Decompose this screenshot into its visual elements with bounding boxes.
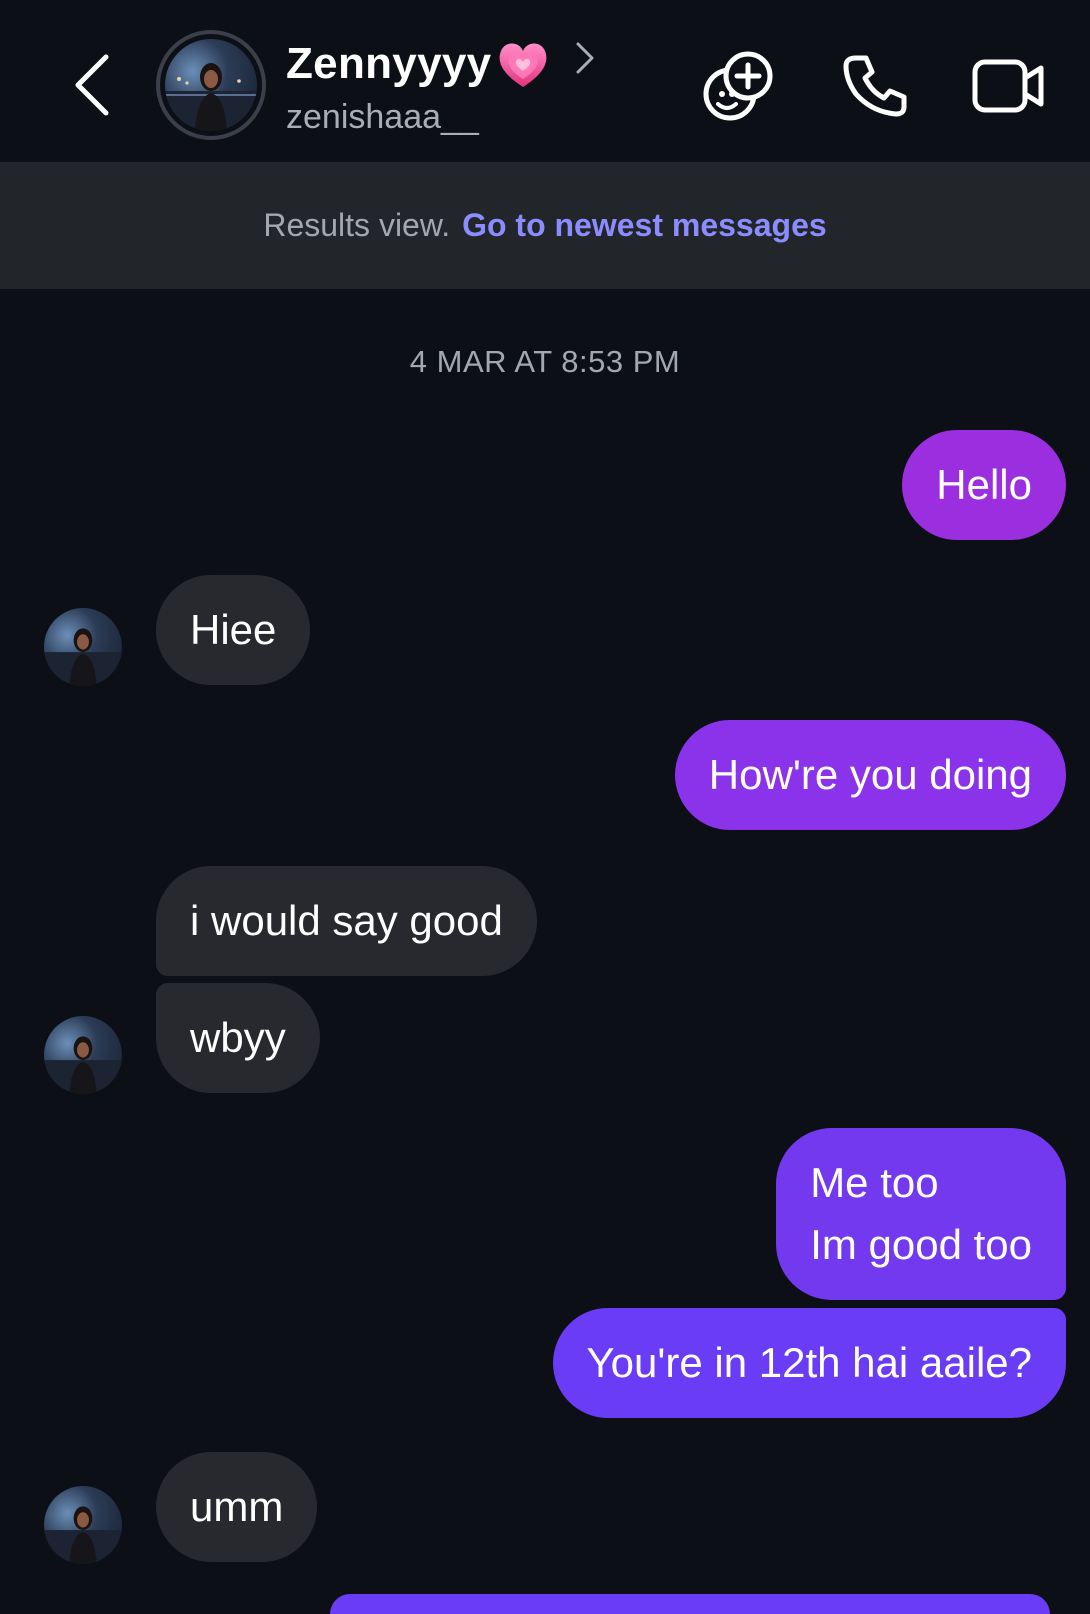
go-to-newest-link[interactable]: Go to newest messages bbox=[462, 207, 827, 244]
video-call-button[interactable] bbox=[970, 52, 1048, 120]
outgoing-message[interactable]: Me too Im good too bbox=[776, 1128, 1066, 1300]
chevron-left-icon bbox=[75, 54, 109, 116]
sticker-button[interactable] bbox=[702, 50, 774, 122]
contact-small-avatar bbox=[44, 608, 122, 686]
chat-header: Zennyyyy zenishaaa__ bbox=[0, 0, 1090, 162]
contact-username: zenishaaa__ bbox=[286, 98, 479, 136]
back-button[interactable] bbox=[62, 50, 122, 120]
results-view-label: Results view. bbox=[263, 207, 451, 243]
outgoing-message[interactable]: Hello bbox=[902, 430, 1066, 540]
phone-icon bbox=[843, 55, 907, 117]
outgoing-message[interactable]: How're you doing bbox=[674, 720, 1066, 830]
outgoing-message[interactable]: You're in 12th hai aaile? bbox=[552, 1308, 1066, 1418]
contact-name-row[interactable]: Zennyyyy bbox=[286, 36, 597, 92]
contact-small-avatar bbox=[44, 1016, 122, 1094]
message-timestamp: 4 MAR AT 8:53 PM bbox=[409, 344, 681, 379]
contact-avatar[interactable] bbox=[156, 30, 266, 140]
outgoing-message-partial[interactable] bbox=[330, 1594, 1050, 1614]
contact-name: Zennyyyy bbox=[286, 39, 492, 88]
contact-small-avatar bbox=[44, 1486, 122, 1564]
growing-heart-emoji-icon bbox=[500, 43, 547, 87]
chevron-right-icon bbox=[576, 42, 594, 74]
video-camera-icon bbox=[972, 59, 1044, 113]
incoming-message[interactable]: umm bbox=[156, 1452, 318, 1562]
incoming-message[interactable]: i would say good bbox=[156, 866, 537, 976]
results-view-banner: Results view. Go to newest messages bbox=[0, 162, 1090, 289]
avatar-image bbox=[165, 39, 257, 131]
incoming-message[interactable]: Hiee bbox=[156, 575, 311, 685]
incoming-message[interactable]: wbyy bbox=[156, 983, 320, 1093]
add-sticker-icon bbox=[703, 51, 773, 121]
audio-call-button[interactable] bbox=[840, 50, 912, 122]
